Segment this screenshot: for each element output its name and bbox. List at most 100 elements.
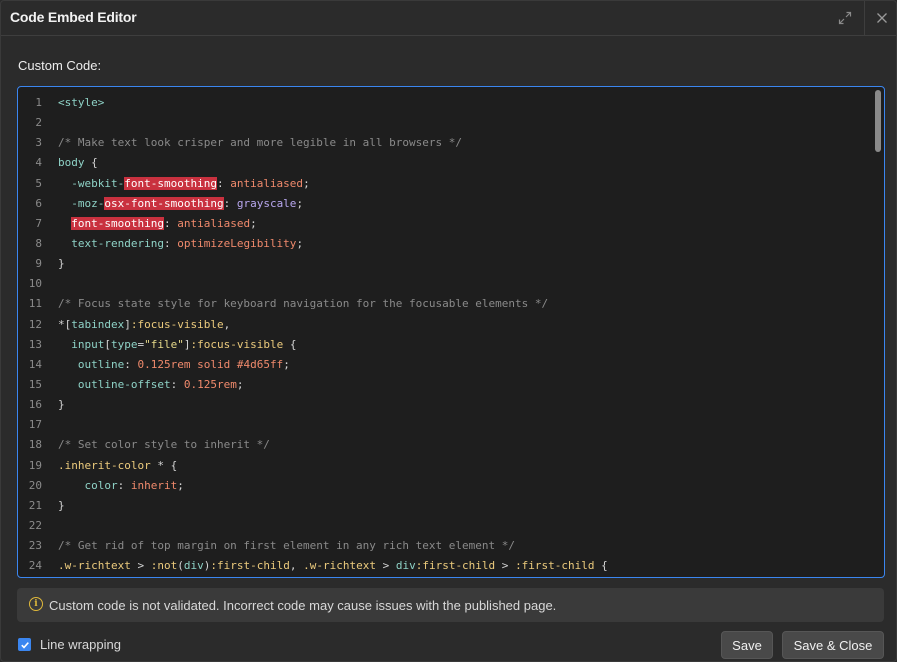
code-line[interactable]: 13 input[type="file"]:focus-visible { <box>18 335 884 355</box>
save-and-close-button[interactable]: Save & Close <box>782 631 884 659</box>
line-code: color: inherit; <box>58 476 183 496</box>
code-line[interactable]: 3 /* Make text look crisper and more legi… <box>18 133 884 153</box>
code-token: solid #4d65ff <box>190 357 284 371</box>
code-token: : <box>117 478 131 492</box>
code-line[interactable]: 17 <box>18 415 884 435</box>
lint-error-highlight: font-smoothing <box>124 176 217 190</box>
code-token: <style> <box>58 96 105 109</box>
line-number: 10 <box>28 277 42 291</box>
code-line[interactable]: 20 color: inherit; <box>18 476 884 496</box>
code-token: tabindex <box>71 317 125 331</box>
code-line[interactable]: 2 <box>18 113 884 133</box>
code-token: .w-richtext <box>58 559 131 573</box>
code-token: ; <box>250 216 257 230</box>
code-token: : <box>170 377 184 391</box>
line-code: } <box>58 496 65 516</box>
code-token: /* Get rid of top margin on first elemen… <box>58 539 515 553</box>
expand-arrows-icon <box>838 11 851 25</box>
line-number: 17 <box>28 418 42 432</box>
line-wrapping-checkbox[interactable] <box>18 638 31 651</box>
code-line[interactable]: 4 body { <box>18 153 884 173</box>
dialog-title: Code Embed Editor <box>10 9 137 25</box>
code-line[interactable]: 22 <box>18 516 884 536</box>
line-number: 14 <box>28 357 42 371</box>
code-token: :first-child <box>515 559 595 573</box>
code-token: > <box>130 559 151 573</box>
line-code: } <box>58 254 65 274</box>
line-code: /* Focus state style for keyboard naviga… <box>58 294 548 314</box>
code-token: :first-child <box>210 559 290 573</box>
code-token: /* Make text look crisper and more legib… <box>58 136 462 150</box>
code-line[interactable]: 19 .inherit-color * { <box>18 456 884 476</box>
line-code: <style> <box>58 93 104 113</box>
code-line[interactable]: 23 /* Get rid of top margin on first elem… <box>18 536 884 556</box>
code-token: , <box>223 317 231 331</box>
line-number: 21 <box>28 498 42 512</box>
line-number: 9 <box>35 257 42 271</box>
code-token: inherit <box>130 478 178 492</box>
code-token: :first-child <box>415 559 496 573</box>
code-token: ; <box>236 377 244 391</box>
code-token: /* Set color style to inherit */ <box>58 438 270 452</box>
code-line[interactable]: 5 -webkit-font-smoothing: antialiased; <box>18 174 884 194</box>
close-button[interactable] <box>864 1 897 35</box>
code-line[interactable]: 15 outline-offset: 0.125rem; <box>18 375 884 395</box>
line-code: outline: 0.125rem solid #4d65ff; <box>58 355 290 375</box>
line-code: } <box>58 395 65 415</box>
line-code: outline-offset: 0.125rem; <box>58 375 244 395</box>
line-number: 12 <box>28 317 42 331</box>
code-token: } <box>58 498 65 512</box>
code-line[interactable]: 21} <box>18 496 884 516</box>
code-token: ; <box>296 236 304 250</box>
code-token: body <box>58 156 85 170</box>
line-code: /* Make text look crisper and more legib… <box>58 133 462 153</box>
code-line[interactable]: 6 -moz-osx-font-smoothing: grayscale; <box>18 194 884 214</box>
code-line[interactable]: 12 *[tabindex]:focus-visible, <box>18 315 884 335</box>
code-token: :not <box>150 559 178 573</box>
code-token: ( <box>177 559 184 573</box>
code-line[interactable]: 18 /* Set color style to inherit */ <box>18 435 884 455</box>
code-lines[interactable]: 1 <style> 2 3/* Make text look crisper and … <box>18 93 884 576</box>
code-token: > <box>375 559 396 573</box>
line-code: *[tabindex]:focus-visible, <box>58 315 230 335</box>
line-number: 15 <box>28 377 42 391</box>
line-number: 19 <box>28 458 42 472</box>
code-editor[interactable]: 1 <style> 2 3/* Make text look crisper and … <box>17 86 885 578</box>
line-number: 20 <box>28 478 42 492</box>
code-token: /* Focus state style for keyboard naviga… <box>58 297 549 311</box>
lint-error-highlight: osx-font-smoothing <box>104 196 224 210</box>
close-icon <box>877 13 887 23</box>
line-number: 24 <box>28 559 42 573</box>
code-token: text-rendering <box>58 236 164 250</box>
code-line[interactable]: 7 font-smoothing: antialiased; <box>18 214 884 234</box>
line-wrapping-label[interactable]: Line wrapping <box>40 637 121 652</box>
code-line[interactable]: 10 <box>18 274 884 294</box>
code-token: [ <box>104 337 111 351</box>
code-line[interactable]: 14 outline: 0.125rem solid #4d65ff; <box>18 355 884 375</box>
lint-error-highlight: font-smoothing <box>71 216 164 230</box>
code-token: input <box>58 337 105 351</box>
code-line[interactable]: 8 text-rendering: optimizeLegibility; <box>18 234 884 254</box>
code-token: optimizeLegibility <box>177 236 297 250</box>
line-number: 4 <box>35 156 42 170</box>
line-number: 5 <box>35 176 42 190</box>
code-token: -moz- <box>58 196 105 210</box>
save-button[interactable]: Save <box>721 631 773 659</box>
code-line[interactable]: 11 /* Focus state style for keyboard navi… <box>18 294 884 314</box>
expand-button[interactable] <box>827 1 862 35</box>
code-token: div <box>183 559 204 573</box>
code-line[interactable]: 16} <box>18 395 884 415</box>
custom-code-label: Custom Code: <box>18 58 102 73</box>
code-line[interactable]: 9} <box>18 254 884 274</box>
code-token: div <box>395 559 416 573</box>
code-token: : <box>216 176 231 190</box>
code-line[interactable]: 1 <style> <box>18 93 884 113</box>
editor-scrollbar[interactable] <box>875 90 881 152</box>
code-token: outline-offset <box>58 377 171 391</box>
line-code: font-smoothing: antialiased; <box>58 214 257 234</box>
checkmark-icon <box>20 641 29 649</box>
code-token: type <box>110 337 138 351</box>
line-number: 11 <box>28 297 42 311</box>
code-line[interactable]: 24 .w-richtext > :not(div):first-child, .… <box>18 556 884 576</box>
